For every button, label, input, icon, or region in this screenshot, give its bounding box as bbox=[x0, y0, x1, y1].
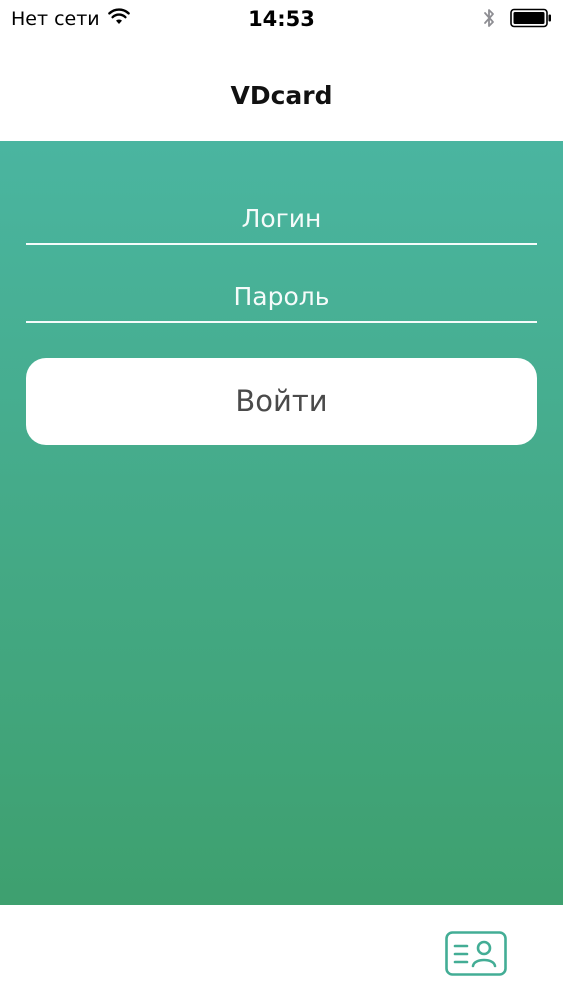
battery-icon bbox=[510, 8, 552, 32]
tab-contact-card[interactable] bbox=[445, 931, 507, 976]
navigation-bar: VDcard bbox=[0, 40, 563, 141]
contact-card-icon bbox=[445, 931, 507, 980]
password-field-container bbox=[26, 271, 537, 323]
login-button[interactable]: Войти bbox=[26, 358, 537, 445]
page-title: VDcard bbox=[230, 81, 333, 110]
bluetooth-icon bbox=[482, 7, 496, 33]
tab-bar bbox=[0, 905, 563, 1000]
login-field-container bbox=[26, 193, 537, 245]
status-bar: Нет сети 14:53 bbox=[0, 0, 563, 40]
password-input[interactable] bbox=[26, 271, 537, 321]
login-panel: Войти bbox=[0, 141, 563, 905]
status-time: 14:53 bbox=[248, 7, 315, 31]
login-input[interactable] bbox=[26, 193, 537, 243]
status-right bbox=[482, 7, 552, 33]
